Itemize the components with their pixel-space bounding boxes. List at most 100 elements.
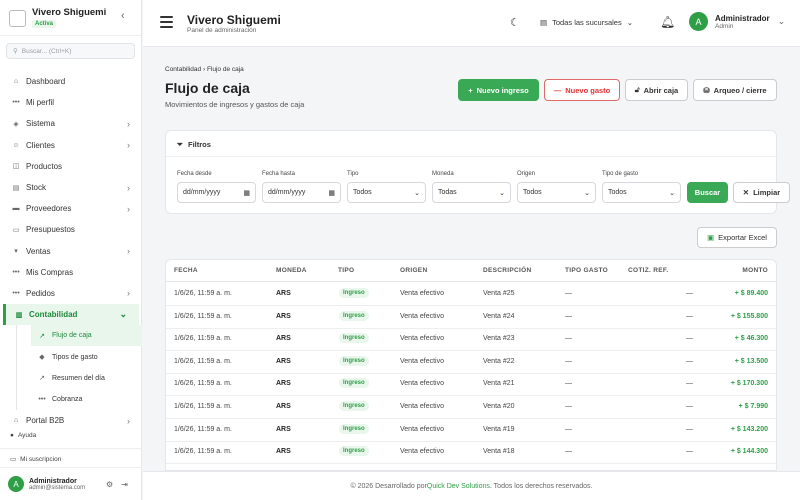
submenu-contabilidad: ↗ Flujo de caja ◆ Tipos de gasto ↗ Resumen de… [16, 325, 142, 410]
type-badge: Ingreso [339, 401, 369, 411]
branch-selector[interactable]: ▤ Todas las sucursales ⌄ [540, 18, 633, 27]
cell-date: 1/6/26, 11:59 a. m. [174, 290, 232, 297]
submenu-item-0[interactable]: ↗ Flujo de caja [31, 325, 142, 347]
cell-description: Venta #25 [483, 290, 515, 297]
sidebar-item-label: Pedidos [26, 288, 55, 298]
sidebar-user[interactable]: A Administrador admin@sistema.com [8, 476, 85, 492]
export-excel-button[interactable]: ▣ Exportar Excel [697, 227, 777, 248]
column-header[interactable]: ORIGEN [400, 267, 427, 274]
column-header[interactable]: TIPO GASTO [565, 267, 608, 274]
sidebar-item-productos[interactable]: ◫ Productos [0, 156, 142, 177]
sidebar-item-label: Stock [26, 183, 47, 193]
expense-type-label: Tipo de gasto [602, 171, 639, 177]
new-expense-button[interactable]: — Nuevo gasto [544, 79, 620, 101]
date-to-field[interactable]: dd/mm/yyyy ▦ [262, 182, 341, 203]
sidebar-item-label: Productos [26, 161, 63, 171]
table-row[interactable]: 1/6/26, 11:59 a. m. ARS Ingreso Venta efect… [166, 441, 776, 465]
type-label: Tipo [347, 171, 359, 177]
close-cash-button[interactable]: ⛁ Arqueo / cierre [693, 79, 777, 101]
date-from-field[interactable]: dd/mm/yyyy ▦ [177, 182, 256, 203]
filters-title: ⏷ Filtros [177, 140, 211, 149]
currency-select[interactable]: Todas ⌄ [432, 182, 511, 203]
origin-select[interactable]: Todos ⌄ [517, 182, 596, 203]
sidebar-item-label: Ventas [26, 246, 51, 256]
chevron-right-icon: › [127, 182, 130, 193]
lock-open-icon: 🔓︎ [634, 85, 640, 94]
cell-amount: + $ 144.300 [730, 448, 768, 456]
type-badge: Ingreso [339, 288, 369, 298]
sidebar-item-sistema[interactable]: ◈ Sistema › [0, 113, 142, 134]
sidebar-item-pedidos[interactable]: ••• Pedidos › [0, 283, 142, 304]
grid-icon: ⌂ [13, 417, 19, 425]
bell-icon[interactable]: 🔔︎ [660, 15, 675, 29]
column-header[interactable]: COTIZ. REF. [628, 267, 669, 274]
subscription-link[interactable]: ▭ Mi suscripcion [10, 455, 61, 464]
table-row[interactable]: 1/6/26, 11:59 a. m. ARS Ingreso Venta efect… [166, 328, 776, 352]
dots-icon: ••• [12, 289, 20, 297]
table-row[interactable]: 1/6/26, 11:59 a. m. ARS Ingreso Venta efect… [166, 419, 776, 442]
search-input[interactable]: ⚲ Buscar... (Ctrl+K) [6, 43, 135, 59]
cell-origin: Venta efectivo [400, 290, 444, 297]
table-row[interactable]: 1/6/26, 11:59 a. m. ARS Ingreso Venta efect… [166, 283, 776, 306]
cell-description: Venta #18 [483, 448, 515, 456]
table-row[interactable]: 1/6/26, 11:59 a. m. ARS Ingreso Venta efect… [166, 396, 776, 419]
breadcrumb-parent[interactable]: Contabilidad [165, 66, 201, 73]
collapse-sidebar-icon[interactable]: ‹ [121, 10, 125, 22]
submenu-item-3[interactable]: ••• Cobranza [31, 389, 142, 410]
sidebar-item-stock[interactable]: ▤ Stock › [0, 177, 142, 198]
expense-type-select[interactable]: Todos ⌄ [602, 182, 681, 203]
type-badge: Ingreso [339, 310, 369, 321]
column-header[interactable]: DESCRIPCIÓN [483, 267, 531, 274]
new-income-button[interactable]: + Nuevo ingreso [458, 79, 539, 101]
cell-currency: ARS [276, 448, 291, 456]
submenu-item-2[interactable]: ↗ Resumen del día [31, 368, 142, 389]
sidebar-item-label: Mis Compras [26, 267, 74, 277]
cell-expense-type: — [565, 290, 572, 297]
gear-icon[interactable]: ⚙ [106, 480, 113, 489]
clear-button[interactable]: ✕ Limpiar [733, 182, 790, 203]
sidebar-item-presupuestos[interactable]: ▭ Presupuestos [0, 219, 142, 240]
search-button[interactable]: Buscar [687, 182, 728, 203]
cell-amount: + $ 170.300 [730, 380, 768, 388]
column-header[interactable]: MONEDA [276, 267, 307, 274]
moon-icon[interactable]: ☾ [510, 16, 520, 29]
column-header[interactable]: FECHA [174, 267, 198, 274]
table-row[interactable]: 1/6/26, 11:59 a. m. ARS Ingreso Venta efect… [166, 306, 776, 329]
currency-label: Moneda [432, 171, 454, 177]
sidebar-item-contabilidad[interactable]: ▥ Contabilidad ⌄ [3, 304, 139, 326]
date-to-label: Fecha hasta [262, 171, 296, 177]
sidebar-item-portal-b2b[interactable]: ⌂ Portal B2B › [0, 410, 142, 431]
sidebar-item-proveedores[interactable]: ▬ Proveedores › [0, 198, 142, 219]
submenu-item-1[interactable]: ◆ Tipos de gasto [31, 346, 142, 367]
header-user[interactable]: A Administrador Admin ⌄ [689, 12, 785, 31]
sidebar-item-clientes[interactable]: ☺ Clientes › [0, 135, 142, 156]
sidebar-item-ventas[interactable]: ▾ Ventas › [0, 241, 142, 262]
help-link[interactable]: ● Ayuda [10, 432, 36, 439]
open-cash-button[interactable]: 🔓︎ Abrir caja [625, 79, 688, 101]
sidebar-item-label: Clientes [26, 140, 55, 150]
sidebar-item-label: Portal B2B [26, 416, 65, 426]
column-header[interactable]: MONTO [742, 267, 768, 274]
column-header[interactable]: TIPO [338, 267, 354, 274]
sidebar-item-mi-perfil[interactable]: ••• Mi perfil [0, 92, 142, 113]
cell-expense-type: — [565, 312, 572, 320]
chevron-right-icon: › [127, 140, 130, 151]
table-row[interactable]: 1/6/26, 11:59 a. m. ARS Ingreso Venta efect… [166, 351, 776, 374]
type-select[interactable]: Todos ⌄ [347, 182, 426, 203]
sidebar-item-label: Contabilidad [29, 310, 78, 320]
cell-rate: — [686, 312, 693, 320]
user-email: admin@sistema.com [29, 484, 86, 491]
cell-description: Venta #21 [483, 380, 515, 388]
user-name: Administrador [29, 477, 77, 485]
logout-icon[interactable]: ⇥ [121, 480, 128, 489]
menu-icon[interactable] [160, 16, 173, 28]
date-from-label: Fecha desde [177, 171, 212, 177]
sidebar-item-mis-compras[interactable]: ••• Mis Compras [0, 262, 142, 283]
company-link[interactable]: Quick Dev Solutions [427, 483, 490, 490]
divider [0, 467, 142, 468]
sidebar-item-dashboard[interactable]: ⌂ Dashboard [0, 71, 142, 92]
sidebar: Vivero Shiguemi Activa ‹ ⚲ Buscar... (Ct… [0, 0, 142, 500]
table-row[interactable]: 1/6/26, 11:59 a. m. ARS Ingreso Venta efect… [166, 373, 776, 397]
cell-rate: — [686, 335, 693, 343]
minus-icon: — [553, 85, 562, 95]
